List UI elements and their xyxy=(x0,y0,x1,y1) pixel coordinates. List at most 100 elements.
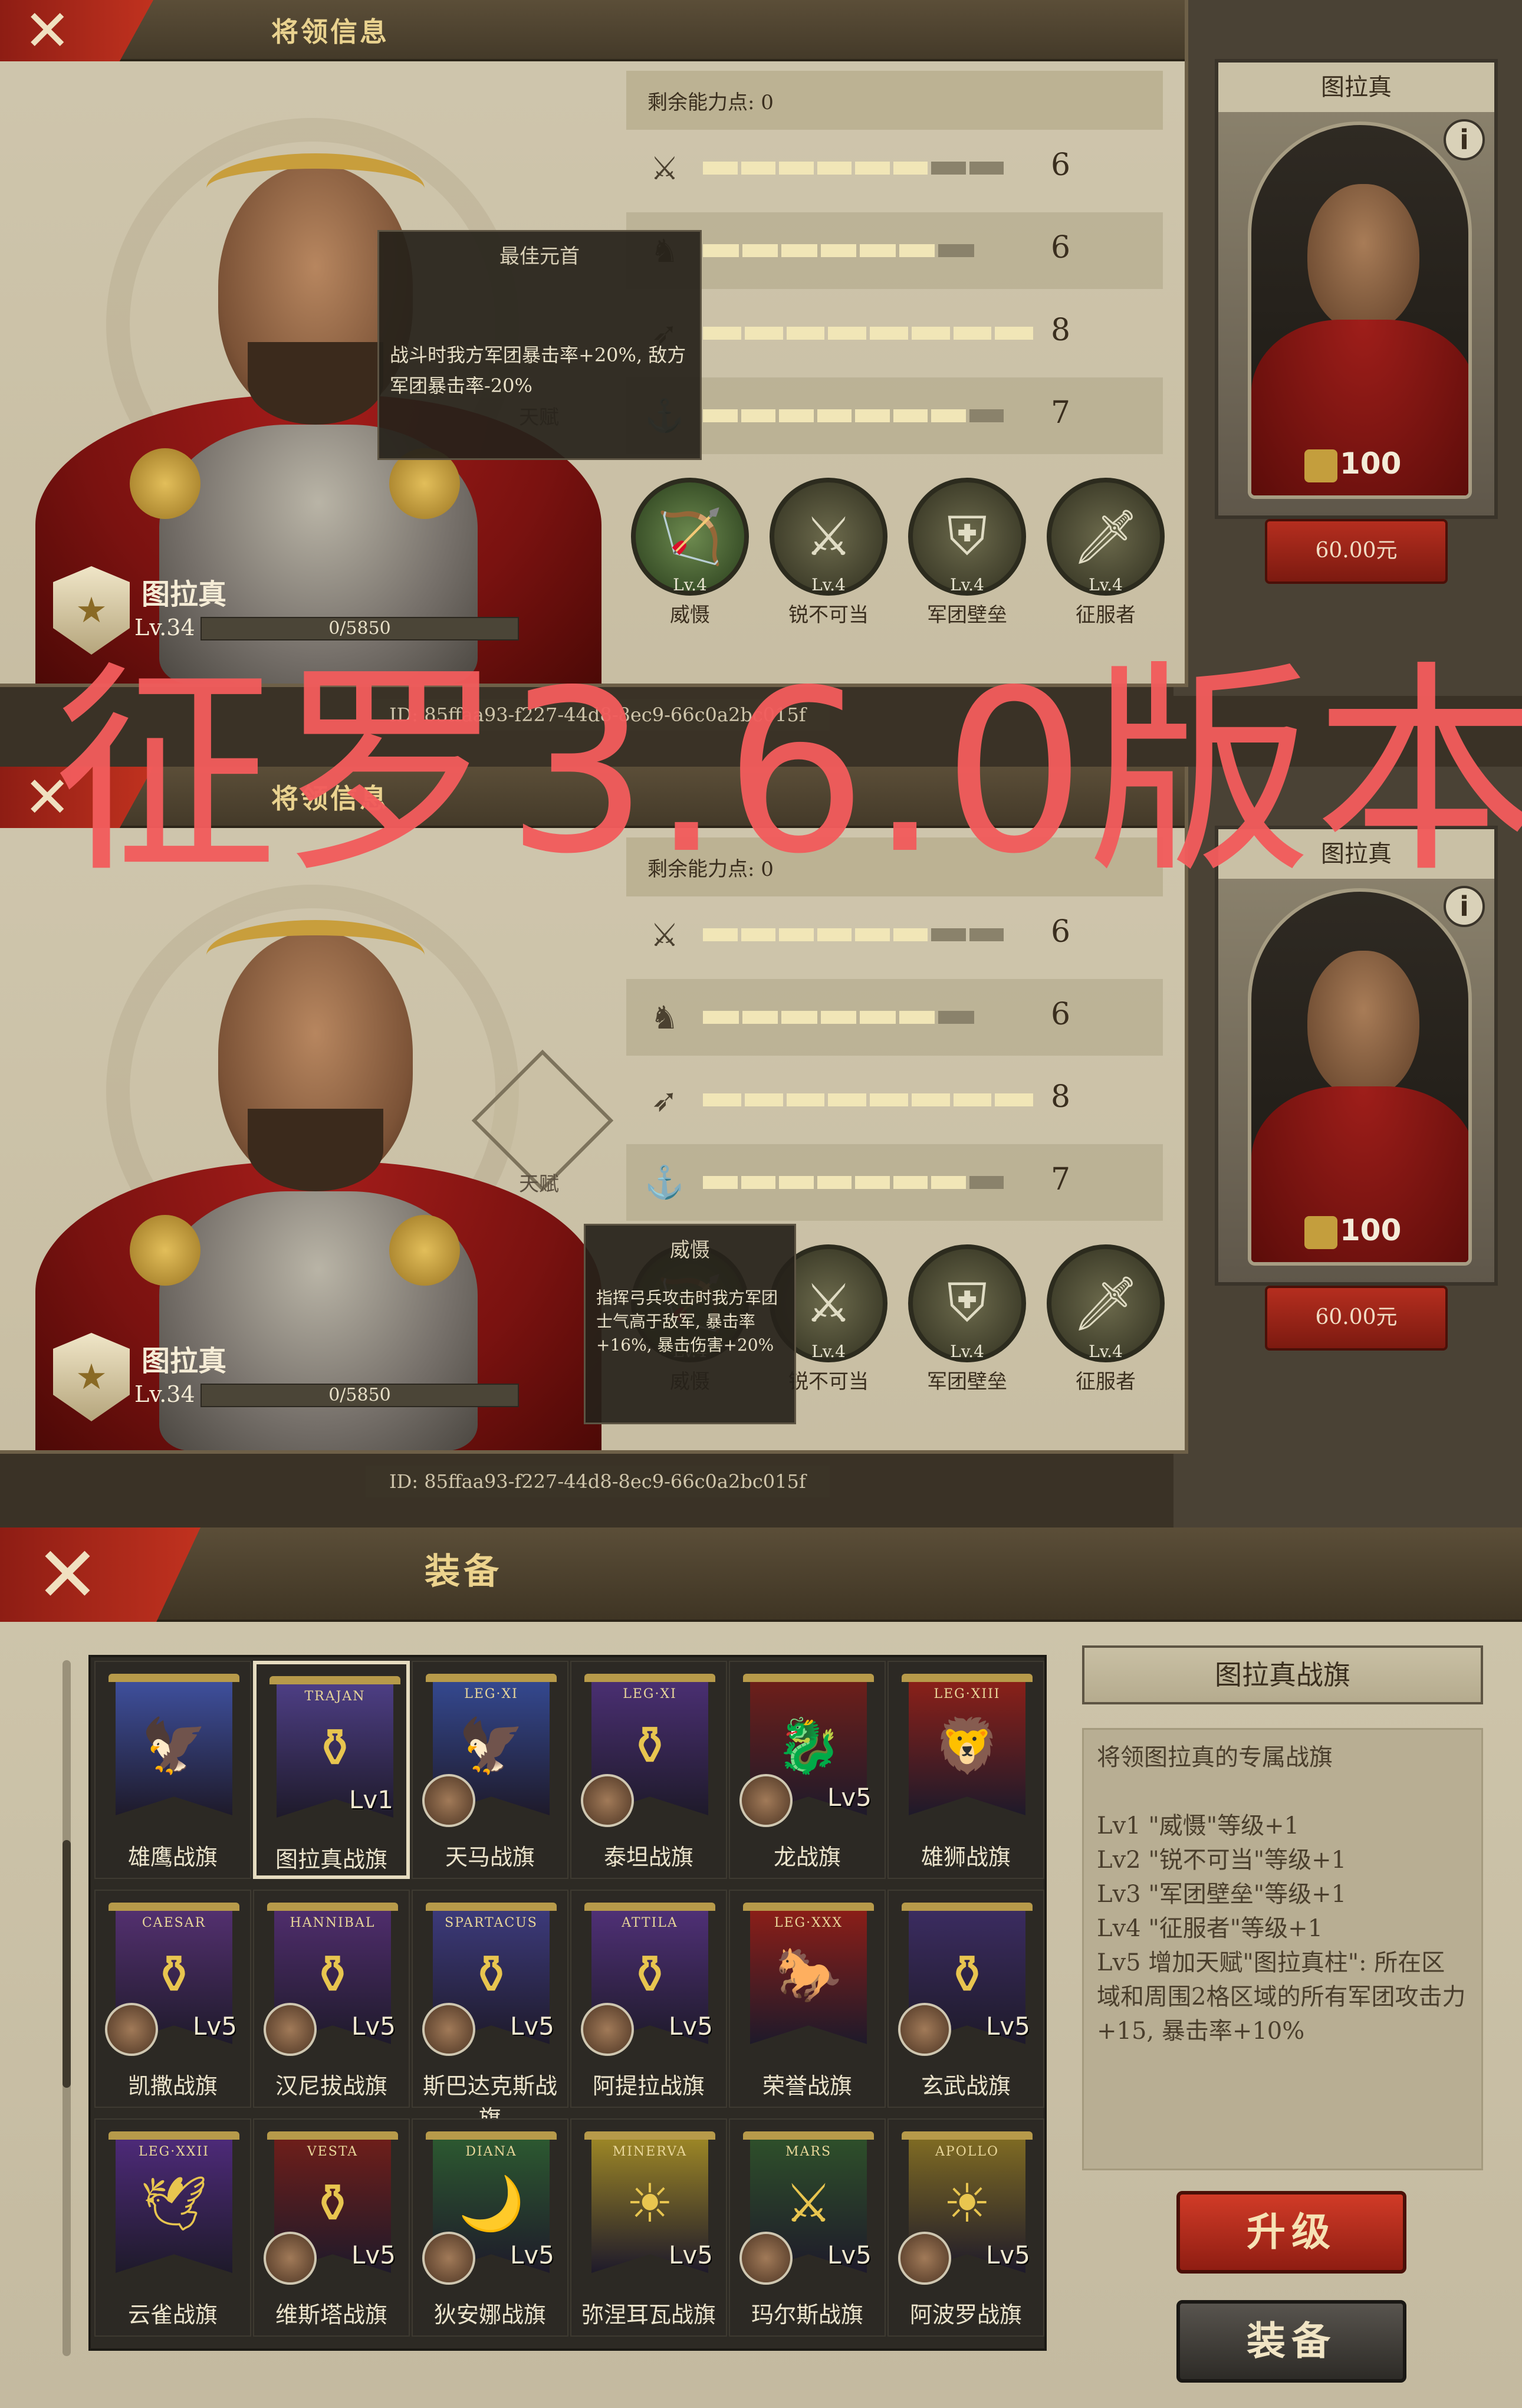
banner-item[interactable]: LEG·XIII 🦁 雄狮战旗 xyxy=(887,1661,1044,1879)
stat-value: 7 xyxy=(1051,1162,1071,1197)
hero-avatar xyxy=(422,2232,475,2285)
skill-conqueror[interactable]: 🗡 Lv.4 征服者 xyxy=(1047,478,1165,631)
hero-avatar xyxy=(422,2003,475,2056)
price-button[interactable]: 60.00元 xyxy=(1265,519,1448,584)
skill-legion-bulwark[interactable]: ⛨ Lv.4 军团壁垒 xyxy=(908,1244,1026,1398)
banner-emblem-icon: 🐉 xyxy=(775,1715,842,1777)
banner-item[interactable]: 🐉 Lv5 龙战旗 xyxy=(729,1661,886,1879)
skill-name: 征服者 xyxy=(1076,1370,1136,1394)
hero-info-panel: 将领信息 ✕ ★ 图拉真 Lv.34 0/5850 剩余能力点: 0 ⚔ 6 ♞… xyxy=(0,0,1188,687)
stat-row-navy: ⚓ 7 xyxy=(626,377,1163,454)
banner-emblem-icon: ☀ xyxy=(943,2173,991,2235)
banner-flag-icon: LEG·XXII 🕊 xyxy=(109,2131,239,2273)
banner-item[interactable]: CAESAR ⚱ Lv5 凯撒战旗 xyxy=(94,1890,251,2108)
skill-level: Lv.4 xyxy=(811,575,846,594)
hero-card[interactable]: 图拉真 100 i xyxy=(1215,59,1498,519)
skill-name: 军团壁垒 xyxy=(927,1370,1007,1394)
banner-flag-icon: LEG·XIII 🦁 xyxy=(902,1674,1033,1815)
banner-item[interactable]: LEG·XI ⚱ 泰坦战旗 xyxy=(570,1661,727,1879)
banner-name: 阿提拉战旗 xyxy=(592,2073,705,2099)
skill-unstoppable[interactable]: ⚔ Lv.4 锐不可当 xyxy=(770,478,887,631)
skill-conqueror[interactable]: 🗡 Lv.4 征服者 xyxy=(1047,1244,1165,1398)
hero-card-portrait: 100 xyxy=(1248,888,1472,1266)
banner-emblem-icon: ⚱ xyxy=(945,1944,990,2006)
skill-deterrence[interactable]: 🏹Lv.4威慑 xyxy=(631,478,749,631)
banner-info-box: 将领图拉真的专属战旗 Lv1 "威慑"等级+1 Lv2 "锐不可当"等级+1 L… xyxy=(1082,1728,1483,2170)
hero-avatar xyxy=(422,1774,475,1827)
power-icon xyxy=(1304,1216,1337,1249)
price-button[interactable]: 60.00元 xyxy=(1265,1286,1448,1351)
hero-avatar xyxy=(739,1774,793,1827)
banner-item[interactable]: LEG·XXX 🐎 荣誉战旗 xyxy=(729,1890,886,2108)
scrollbar-thumb[interactable] xyxy=(63,1840,71,2088)
banner-legion-text: ATTILA xyxy=(622,1916,678,1930)
skill-name: 征服者 xyxy=(1076,603,1136,627)
banner-item[interactable]: DIANA 🌙 Lv5 狄安娜战旗 xyxy=(412,2118,568,2337)
banner-name: 阿波罗战旗 xyxy=(909,2302,1022,2328)
banner-level: Lv5 xyxy=(669,2012,713,2041)
banner-item[interactable]: LEG·XI 🦅 天马战旗 xyxy=(412,1661,568,1879)
stat-value: 6 xyxy=(1051,914,1071,950)
banner-item[interactable]: LEG·XXII 🕊 云雀战旗 xyxy=(94,2118,251,2337)
banner-legion-text: VESTA xyxy=(307,2144,359,2159)
banner-item[interactable]: MARS ⚔ Lv5 玛尔斯战旗 xyxy=(729,2118,886,2337)
banner-legion-text: SPARTACUS xyxy=(445,1916,538,1930)
banner-item[interactable]: ⚱ Lv5 玄武战旗 xyxy=(887,1890,1044,2108)
stat-bar xyxy=(703,409,1004,422)
skill-tooltip: 威慑 指挥弓兵攻击时我方军团士气高于敌军, 暴击率+16%, 暴击伤害+20% xyxy=(584,1224,796,1424)
banner-emblem-icon: ⚱ xyxy=(152,1944,196,2006)
banner-emblem-icon: ⚱ xyxy=(313,1717,357,1779)
banner-legion-text: LEG·XI xyxy=(623,1687,677,1701)
stat-bar xyxy=(703,1176,1004,1189)
banner-legion-text: APOLLO xyxy=(935,2144,999,2159)
banner-emblem-icon: ⚱ xyxy=(627,1715,672,1777)
banner-item[interactable]: HANNIBAL ⚱ Lv5 汉尼拔战旗 xyxy=(253,1890,410,2108)
banner-item[interactable]: MINERVA ☀ Lv5 弥涅耳瓦战旗 xyxy=(570,2118,727,2337)
stat-bar xyxy=(703,928,1004,941)
banner-legion-text: MARS xyxy=(785,2144,832,2159)
banner-name: 玛尔斯战旗 xyxy=(751,2302,863,2328)
banner-name: 龙战旗 xyxy=(773,1844,841,1870)
hero-avatar xyxy=(739,2232,793,2285)
hero-nameplate: ★ 图拉真 Lv.34 0/5850 xyxy=(53,1333,519,1427)
upgrade-button[interactable]: 升级 xyxy=(1176,2191,1406,2274)
banner-legion-text: DIANA xyxy=(465,2144,517,2159)
banner-legion-text: LEG·XI xyxy=(464,1687,518,1701)
skill-level: Lv.4 xyxy=(1089,1342,1123,1361)
banner-item[interactable]: APOLLO ☀ Lv5 阿波罗战旗 xyxy=(887,2118,1044,2337)
hero-level: Lv.34 xyxy=(134,615,195,640)
skill-legion-bulwark[interactable]: ⛨ Lv.4 军团壁垒 xyxy=(908,478,1026,631)
banner-item[interactable]: 🦅 雄鹰战旗 xyxy=(94,1661,251,1879)
exp-text: 0/5850 xyxy=(328,1385,391,1405)
banner-flag-icon: 🦅 xyxy=(109,1674,239,1815)
equipment-panel: 装备 ✕ 🦅 雄鹰战旗 TRAJAN ⚱ Lv1 图拉真战旗 LEG·XI 🦅 天马战旗 LEG·… xyxy=(0,1527,1522,2408)
stat-value: 7 xyxy=(1051,395,1071,431)
skill-name: 威慑 xyxy=(670,603,710,627)
banner-name: 雄狮战旗 xyxy=(921,1844,1011,1870)
banner-legion-text: TRAJAN xyxy=(304,1689,366,1704)
stat-row-infantry: ⚔ 6 xyxy=(626,896,1163,973)
info-button[interactable]: i xyxy=(1444,119,1485,160)
banner-item[interactable]: ATTILA ⚱ Lv5 阿提拉战旗 xyxy=(570,1890,727,2108)
exp-text: 0/5850 xyxy=(328,618,391,639)
stat-value: 8 xyxy=(1051,313,1071,348)
banner-item[interactable]: SPARTACUS⚱Lv5斯巴达克斯战旗 xyxy=(412,1890,568,2131)
skill-level: Lv.4 xyxy=(1089,575,1123,594)
banner-level: Lv5 xyxy=(669,2241,713,2269)
hero-avatar xyxy=(264,2232,317,2285)
stat-value: 6 xyxy=(1051,230,1071,265)
banner-item[interactable]: VESTA ⚱ Lv5 维斯塔战旗 xyxy=(253,2118,410,2337)
stat-value: 6 xyxy=(1051,147,1071,183)
tooltip-title: 威慑 xyxy=(670,1239,710,1262)
banner-emblem-icon: 🐎 xyxy=(775,1944,842,2006)
equip-button[interactable]: 装备 xyxy=(1176,2300,1406,2383)
banner-name: 汉尼拔战旗 xyxy=(275,2073,387,2099)
banner-name: 荣誉战旗 xyxy=(762,2073,852,2099)
banner-level: Lv5 xyxy=(193,2012,237,2041)
hero-card-portrait: 100 xyxy=(1248,121,1472,499)
banner-name: 狄安娜战旗 xyxy=(433,2302,546,2328)
stat-bar xyxy=(703,327,1033,340)
banner-item[interactable]: TRAJAN ⚱ Lv1 图拉真战旗 xyxy=(253,1661,410,1879)
stat-row-archer: ➶ 8 xyxy=(626,295,1163,372)
talent-tooltip: 最佳元首 战斗时我方军团暴击率+20%, 敌方军团暴击率-20% xyxy=(377,230,702,460)
